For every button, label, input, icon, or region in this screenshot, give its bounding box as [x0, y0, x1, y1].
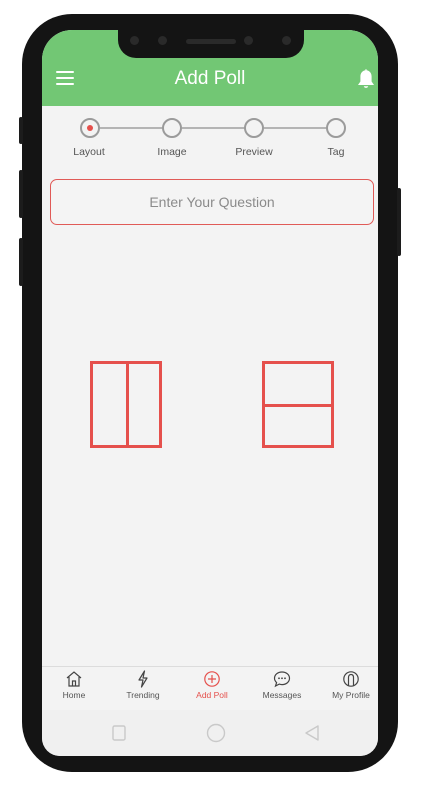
- bell-icon[interactable]: [356, 68, 376, 90]
- step-label-preview: Preview: [235, 146, 273, 158]
- home-circle-icon[interactable]: [206, 723, 226, 743]
- tab-messages[interactable]: Messages: [250, 670, 314, 700]
- split-horizontal-layout-icon[interactable]: [262, 361, 334, 448]
- step-dot-tag[interactable]: [326, 118, 346, 138]
- tab-my-profile[interactable]: My Profile: [319, 670, 378, 700]
- tab-trending-label: Trending: [126, 690, 160, 700]
- tab-home[interactable]: Home: [42, 670, 106, 700]
- back-triangle-icon[interactable]: [304, 724, 320, 742]
- plus-circle-icon: [204, 671, 220, 687]
- sensor-icon: [244, 36, 253, 45]
- chat-bubble-icon: [273, 671, 291, 688]
- tab-add-poll[interactable]: Add Poll: [180, 670, 244, 700]
- system-navigation-bar: [42, 710, 378, 756]
- camera-icon: [130, 36, 139, 45]
- profile-icon: [343, 671, 359, 687]
- progress-stepper: Layout Image Preview Tag: [42, 108, 378, 164]
- step-dot-layout[interactable]: [80, 118, 100, 138]
- split-vertical-layout-icon[interactable]: [90, 361, 162, 448]
- step-label-layout: Layout: [73, 146, 105, 158]
- tab-add-poll-label: Add Poll: [196, 690, 228, 700]
- step-dot-image[interactable]: [162, 118, 182, 138]
- sensor-icon: [158, 36, 167, 45]
- tab-messages-label: Messages: [262, 690, 302, 700]
- phone-notch: [118, 30, 304, 58]
- tab-trending[interactable]: Trending: [111, 670, 175, 700]
- app-header: Add Poll: [42, 30, 378, 106]
- tab-home-label: Home: [62, 690, 86, 700]
- page-title: Add Poll: [174, 68, 246, 89]
- speaker-grille: [186, 39, 236, 44]
- volume-up-button: [19, 170, 23, 218]
- recent-apps-icon[interactable]: [112, 725, 126, 741]
- question-input[interactable]: Enter Your Question: [50, 179, 374, 225]
- volume-button: [19, 117, 23, 144]
- step-label-tag: Tag: [327, 146, 345, 158]
- bottom-tab-bar: Home Trending Add Poll Messages My Profi…: [42, 666, 378, 711]
- step-dot-preview[interactable]: [244, 118, 264, 138]
- front-camera-icon: [282, 36, 291, 45]
- lightning-icon: [138, 670, 148, 688]
- power-button: [397, 188, 401, 256]
- home-icon: [66, 671, 82, 687]
- tab-my-profile-label: My Profile: [332, 690, 370, 700]
- step-label-image: Image: [157, 146, 187, 158]
- volume-down-button: [19, 238, 23, 286]
- phone-screen: Add Poll Layout Image Preview Tag Enter …: [42, 30, 378, 756]
